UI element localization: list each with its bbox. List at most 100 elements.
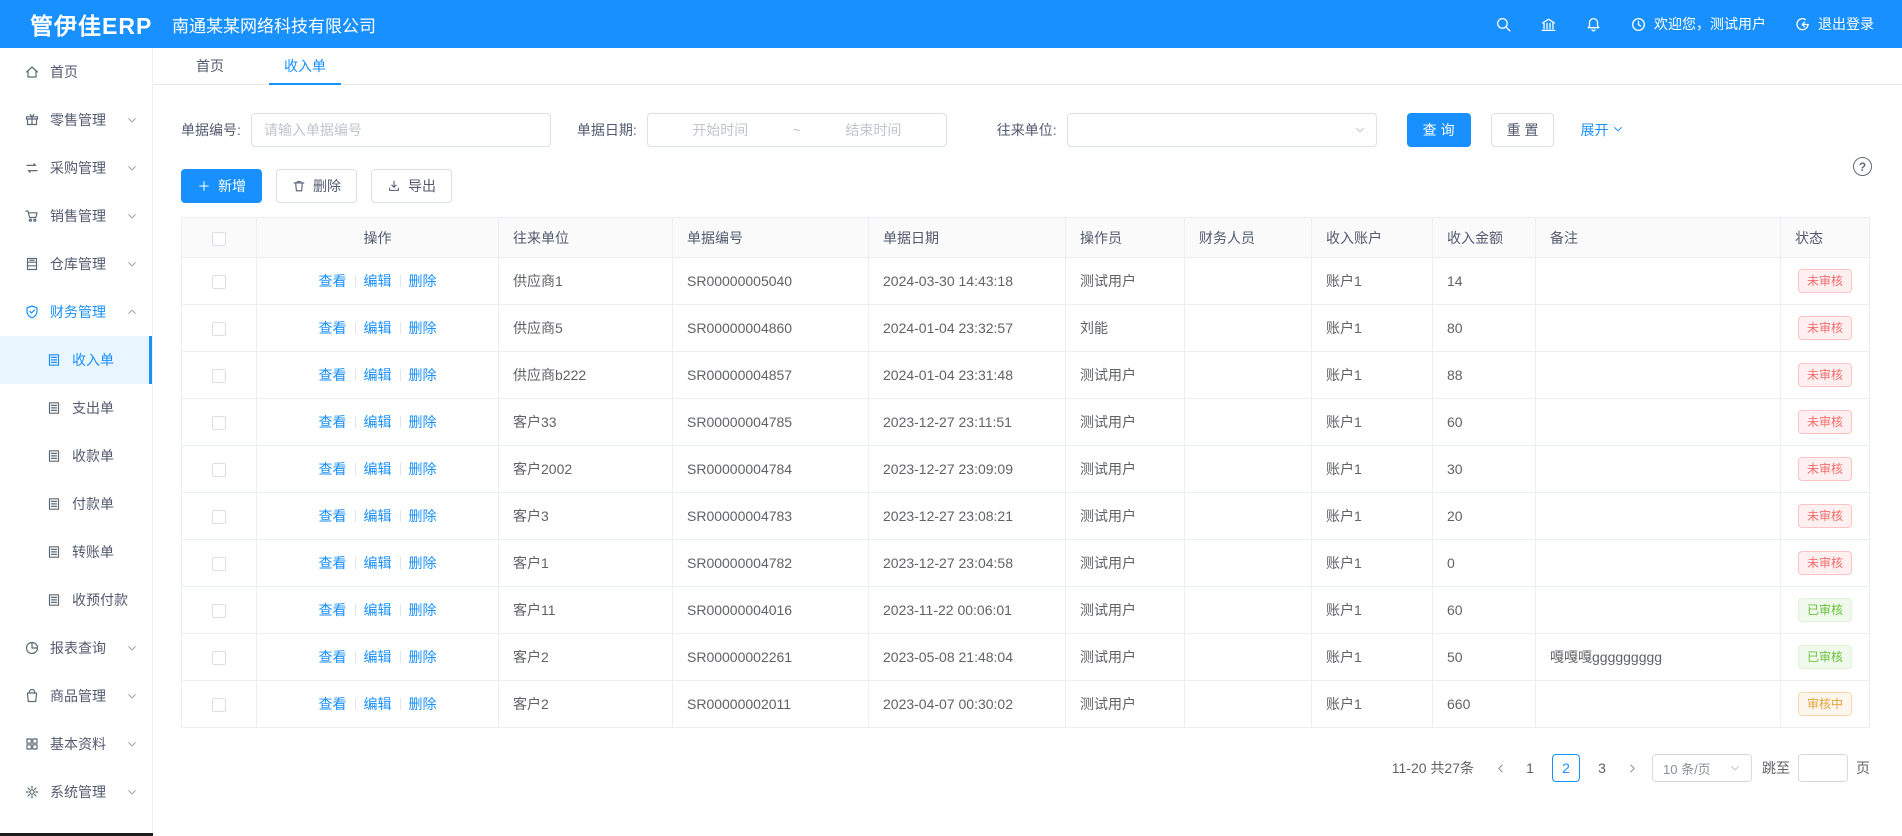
delete-link[interactable]: 删除 <box>409 602 437 618</box>
view-link[interactable]: 查看 <box>319 414 347 430</box>
date-range-picker[interactable]: 开始时间 ~ 结束时间 <box>647 113 947 147</box>
view-link[interactable]: 查看 <box>319 555 347 571</box>
sidebar-item-prepayment[interactable]: 收预付款 <box>0 576 152 624</box>
row-checkbox[interactable] <box>212 651 226 665</box>
delete-link[interactable]: 删除 <box>409 273 437 289</box>
sidebar-item-finance[interactable]: 财务管理 <box>0 288 152 336</box>
edit-link[interactable]: 编辑 <box>364 320 392 336</box>
view-link[interactable]: 查看 <box>319 508 347 524</box>
edit-link[interactable]: 编辑 <box>364 649 392 665</box>
search-button[interactable]: 查 询 <box>1407 113 1471 147</box>
delete-link[interactable]: 删除 <box>409 367 437 383</box>
col-partner: 往来单位 <box>499 218 673 258</box>
export-button[interactable]: 导出 <box>371 169 452 203</box>
tab-income-bill[interactable]: 收入单 <box>269 48 341 84</box>
edit-link[interactable]: 编辑 <box>364 273 392 289</box>
next-page-icon[interactable] <box>1620 754 1644 782</box>
table-row: 查看编辑删除供应商5SR000000048602024-01-04 23:32:… <box>182 305 1870 352</box>
reset-button[interactable]: 重 置 <box>1491 113 1555 147</box>
row-checkbox[interactable] <box>212 416 226 430</box>
sidebar-item-income-bill[interactable]: 收入单 <box>0 336 152 384</box>
content: 单据编号: 单据日期: 开始时间 ~ 结束时间 往来单位: 查 询 重 置 展 <box>153 85 1902 836</box>
row-checkbox[interactable] <box>212 369 226 383</box>
sidebar-item-sales[interactable]: 销售管理 <box>0 192 152 240</box>
sidebar-item-system[interactable]: 系统管理 <box>0 768 152 816</box>
cell-bill-date: 2023-12-27 23:09:09 <box>869 446 1066 493</box>
delete-link[interactable]: 删除 <box>409 555 437 571</box>
bank-icon[interactable] <box>1540 16 1557 33</box>
edit-link[interactable]: 编辑 <box>364 555 392 571</box>
sidebar-item-purchase[interactable]: 采购管理 <box>0 144 152 192</box>
chevron-down-icon <box>126 690 138 702</box>
select-all-checkbox[interactable] <box>212 232 226 246</box>
jump-page-input[interactable] <box>1798 754 1848 782</box>
edit-link[interactable]: 编辑 <box>364 367 392 383</box>
delete-link[interactable]: 删除 <box>409 696 437 712</box>
sidebar-item-label: 商品管理 <box>50 686 106 706</box>
goods-icon <box>24 688 40 704</box>
bell-icon[interactable] <box>1585 16 1602 33</box>
search-icon[interactable] <box>1495 16 1512 33</box>
sidebar-item-expense-bill[interactable]: 支出单 <box>0 384 152 432</box>
sidebar-item-reports[interactable]: 报表查询 <box>0 624 152 672</box>
bill-no-input[interactable] <box>251 113 551 147</box>
delete-link[interactable]: 删除 <box>409 508 437 524</box>
delete-link[interactable]: 删除 <box>409 649 437 665</box>
view-link[interactable]: 查看 <box>319 273 347 289</box>
sidebar-item-receipt-bill[interactable]: 收款单 <box>0 432 152 480</box>
edit-link[interactable]: 编辑 <box>364 696 392 712</box>
tab-home[interactable]: 首页 <box>181 48 239 84</box>
user-welcome[interactable]: 欢迎您，测试用户 <box>1630 14 1766 34</box>
row-checkbox[interactable] <box>212 510 226 524</box>
delete-link[interactable]: 删除 <box>409 414 437 430</box>
delete-link[interactable]: 删除 <box>409 461 437 477</box>
view-link[interactable]: 查看 <box>319 649 347 665</box>
table-row: 查看编辑删除客户1SR000000047822023-12-27 23:04:5… <box>182 540 1870 587</box>
edit-link[interactable]: 编辑 <box>364 508 392 524</box>
income-table: 操作往来单位单据编号单据日期操作员财务人员收入账户收入金额备注状态 查看编辑删除… <box>181 217 1870 728</box>
sidebar-item-payment-bill[interactable]: 付款单 <box>0 480 152 528</box>
cell-operator: 测试用户 <box>1066 493 1185 540</box>
add-button[interactable]: 新增 <box>181 169 262 203</box>
sidebar-item-goods[interactable]: 商品管理 <box>0 672 152 720</box>
row-checkbox[interactable] <box>212 604 226 618</box>
page-size-select[interactable]: 10 条/页 <box>1652 754 1752 782</box>
sidebar-item-label: 首页 <box>50 62 78 82</box>
partner-select[interactable] <box>1067 113 1377 147</box>
view-link[interactable]: 查看 <box>319 696 347 712</box>
sidebar-item-home[interactable]: 首页 <box>0 48 152 96</box>
row-checkbox[interactable] <box>212 698 226 712</box>
cell-bill-date: 2023-11-22 00:06:01 <box>869 587 1066 634</box>
expand-link[interactable]: 展开 <box>1580 120 1624 140</box>
help-icon[interactable]: ? <box>1853 157 1872 176</box>
edit-link[interactable]: 编辑 <box>364 461 392 477</box>
sidebar: 首页零售管理采购管理销售管理仓库管理财务管理收入单支出单收款单付款单转账单收预付… <box>0 48 153 836</box>
cell-income-amount: 88 <box>1433 352 1536 399</box>
logout-button[interactable]: 退出登录 <box>1794 14 1874 34</box>
sidebar-item-transfer-bill[interactable]: 转账单 <box>0 528 152 576</box>
date-start-placeholder: 开始时间 <box>692 120 748 140</box>
page-button-2[interactable]: 2 <box>1552 754 1580 782</box>
delete-link[interactable]: 删除 <box>409 320 437 336</box>
col-checkbox <box>182 218 257 258</box>
view-link[interactable]: 查看 <box>319 602 347 618</box>
view-link[interactable]: 查看 <box>319 320 347 336</box>
edit-link[interactable]: 编辑 <box>364 602 392 618</box>
doc-icon <box>46 352 62 368</box>
row-checkbox[interactable] <box>212 557 226 571</box>
sidebar-item-retail[interactable]: 零售管理 <box>0 96 152 144</box>
sidebar-item-warehouse[interactable]: 仓库管理 <box>0 240 152 288</box>
view-link[interactable]: 查看 <box>319 367 347 383</box>
row-checkbox[interactable] <box>212 322 226 336</box>
prev-page-icon[interactable] <box>1488 754 1512 782</box>
row-checkbox[interactable] <box>212 463 226 477</box>
delete-button[interactable]: 删除 <box>276 169 357 203</box>
company-name: 南通某某网络科技有限公司 <box>172 12 376 37</box>
view-link[interactable]: 查看 <box>319 461 347 477</box>
edit-link[interactable]: 编辑 <box>364 414 392 430</box>
retail-icon <box>24 112 40 128</box>
page-button-3[interactable]: 3 <box>1588 754 1616 782</box>
page-button-1[interactable]: 1 <box>1516 754 1544 782</box>
row-checkbox[interactable] <box>212 275 226 289</box>
sidebar-item-basic-data[interactable]: 基本资料 <box>0 720 152 768</box>
